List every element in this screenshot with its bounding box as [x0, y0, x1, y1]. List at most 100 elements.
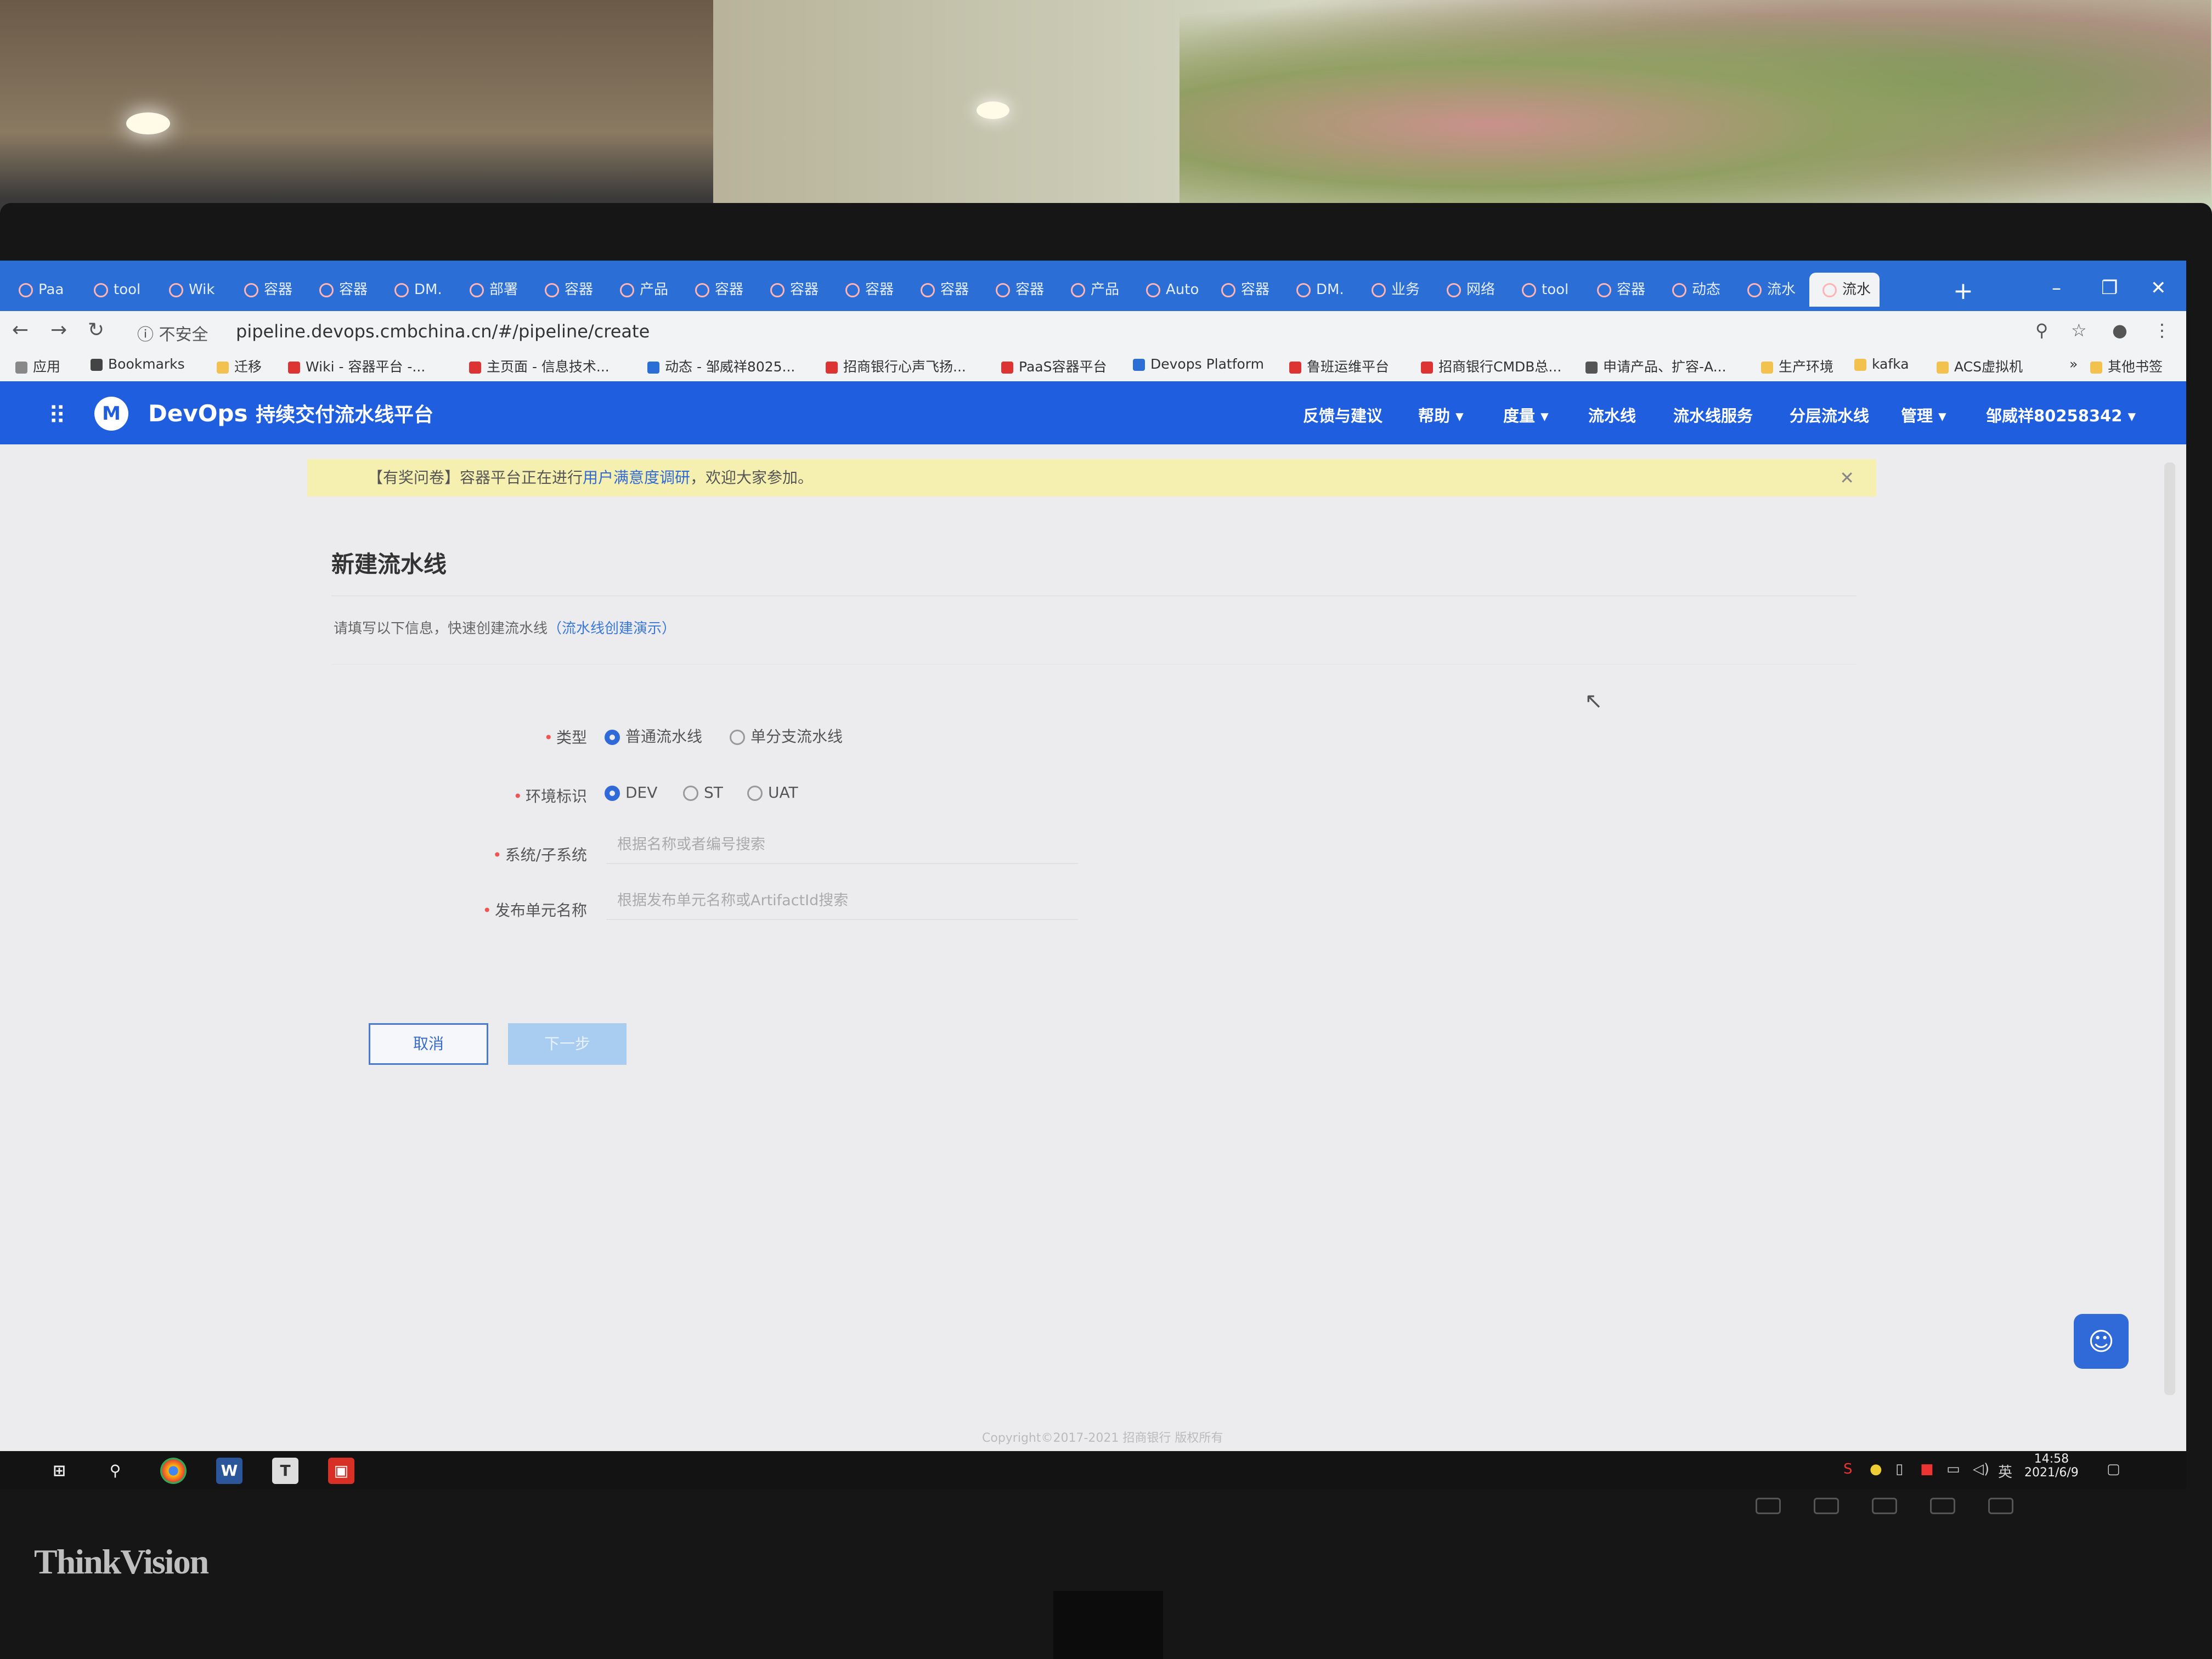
close-icon[interactable]: ✕: [1839, 459, 1854, 496]
type-option-normal[interactable]: 普通流水线: [605, 725, 702, 747]
bookmark-item[interactable]: ACS虚拟机: [1937, 356, 2023, 376]
nav-item[interactable]: 帮助 ▾: [1418, 403, 1464, 426]
nav-item[interactable]: 管理 ▾: [1901, 403, 1946, 426]
browser-tab[interactable]: 容器: [532, 273, 602, 307]
nav-item[interactable]: 流水线服务: [1673, 403, 1753, 426]
browser-tab[interactable]: tool: [1509, 273, 1579, 307]
tab-label: 流水: [1767, 281, 1796, 298]
browser-tab[interactable]: 部署: [456, 273, 527, 307]
bookmark-item[interactable]: 招商银行CMDB总...: [1421, 356, 1561, 376]
browser-tab[interactable]: Auto: [1133, 273, 1203, 307]
browser-tab[interactable]: 业务: [1358, 273, 1429, 307]
security-indicator[interactable]: ⓘ 不安全: [137, 321, 208, 345]
cancel-button[interactable]: 取消: [369, 1023, 488, 1065]
menu-icon[interactable]: ⋮: [2153, 320, 2171, 341]
bookmark-item[interactable]: 招商银行心声飞扬...: [826, 356, 966, 376]
notification-icon[interactable]: ▢: [2107, 1461, 2120, 1477]
browser-tab[interactable]: DM.: [1283, 273, 1353, 307]
tray-app-icon[interactable]: ●: [1870, 1461, 1882, 1477]
browser-tab[interactable]: 容器: [983, 273, 1053, 307]
env-option-st[interactable]: ST: [683, 783, 723, 802]
bookmark-item[interactable]: »: [2052, 356, 2078, 372]
tray-app-icon[interactable]: S: [1843, 1461, 1853, 1477]
minimize-icon[interactable]: –: [2052, 277, 2061, 299]
forward-icon[interactable]: →: [50, 319, 67, 341]
unit-search-input[interactable]: 根据发布单元名称或ArtifactId搜索: [606, 882, 1078, 920]
tray-app-icon[interactable]: ■: [1920, 1461, 1934, 1477]
tab-favicon-icon: [845, 283, 860, 297]
app-title[interactable]: DevOps 持续交付流水线平台: [148, 399, 433, 427]
env-option-uat[interactable]: UAT: [747, 783, 798, 802]
clock[interactable]: 14:58 2021/6/9: [2024, 1452, 2079, 1480]
text-app-icon[interactable]: T: [272, 1458, 298, 1484]
search-icon[interactable]: ⚲: [102, 1458, 128, 1484]
type-option-single-branch[interactable]: 单分支流水线: [730, 725, 843, 747]
star-icon[interactable]: ☆: [2071, 320, 2087, 341]
bookmark-item[interactable]: 申请产品、扩容-A...: [1585, 356, 1726, 376]
nav-item[interactable]: 邹威祥80258342 ▾: [1986, 403, 2136, 426]
tab-favicon-icon: [695, 283, 709, 297]
security-label: 不安全: [159, 325, 208, 345]
browser-tab[interactable]: 容器: [1208, 273, 1278, 307]
browser-tab[interactable]: 流水: [1809, 273, 1880, 307]
browser-tab[interactable]: Wik: [156, 273, 226, 307]
browser-tab[interactable]: 容器: [306, 273, 376, 307]
browser-tab[interactable]: 容器: [907, 273, 978, 307]
demo-link[interactable]: （流水线创建演示）: [548, 620, 676, 637]
chrome-icon[interactable]: [160, 1458, 187, 1484]
scrollbar[interactable]: [2164, 462, 2175, 1395]
back-icon[interactable]: ←: [12, 319, 29, 341]
close-window-icon[interactable]: ✕: [2151, 277, 2166, 299]
browser-tab[interactable]: 容器: [1584, 273, 1654, 307]
restore-icon[interactable]: ❐: [2101, 277, 2118, 299]
browser-tab[interactable]: 容器: [832, 273, 902, 307]
bookmark-item[interactable]: 应用: [15, 356, 60, 376]
nav-item[interactable]: 度量 ▾: [1503, 403, 1549, 426]
system-search-input[interactable]: 根据名称或者编号搜索: [606, 826, 1078, 864]
apps-grid-icon[interactable]: ⠿: [48, 402, 67, 430]
survey-link[interactable]: 用户满意度调研: [583, 469, 690, 487]
zoom-icon[interactable]: ⚲: [2035, 320, 2048, 341]
profile-icon[interactable]: ●: [2112, 320, 2128, 341]
nav-item[interactable]: 反馈与建议: [1303, 403, 1383, 426]
nav-item[interactable]: 分层流水线: [1790, 403, 1869, 426]
new-tab-icon[interactable]: +: [1953, 277, 1973, 305]
reload-icon[interactable]: ↻: [88, 319, 104, 341]
bookmark-icon: [469, 362, 481, 374]
bookmark-item[interactable]: 迁移: [217, 356, 262, 376]
ime-indicator[interactable]: 英: [1998, 1461, 2012, 1481]
chatbot-icon[interactable]: ☺: [2074, 1314, 2129, 1369]
browser-tab[interactable]: Paa: [5, 273, 76, 307]
browser-tab[interactable]: DM.: [381, 273, 452, 307]
bookmark-item[interactable]: kafka: [1854, 356, 1909, 372]
bookmark-item[interactable]: 动态 - 邹威祥8025...: [647, 356, 795, 376]
red-app-icon[interactable]: ▣: [328, 1458, 354, 1484]
bookmark-item[interactable]: Wiki - 容器平台 -...: [288, 356, 425, 376]
browser-tab[interactable]: tool: [81, 273, 151, 307]
bookmark-item[interactable]: PaaS容器平台: [1001, 356, 1107, 376]
nav-item[interactable]: 流水线: [1588, 403, 1636, 426]
browser-tab[interactable]: 容器: [682, 273, 752, 307]
browser-tab[interactable]: 产品: [1058, 273, 1128, 307]
bookmark-item[interactable]: 鲁班运维平台: [1289, 356, 1389, 376]
windows-start-icon[interactable]: ⊞: [46, 1458, 72, 1484]
usb-icon[interactable]: ▯: [1895, 1461, 1903, 1477]
network-icon[interactable]: ▭: [1946, 1461, 1960, 1477]
browser-tab[interactable]: 容器: [757, 273, 827, 307]
bookmark-item[interactable]: 主页面 - 信息技术...: [469, 356, 610, 376]
volume-icon[interactable]: ◁): [1973, 1461, 1989, 1477]
url-field[interactable]: pipeline.devops.cmbchina.cn/#/pipeline/c…: [236, 321, 650, 342]
bookmark-item[interactable]: Devops Platform: [1133, 356, 1264, 372]
next-button[interactable]: 下一步: [508, 1023, 627, 1065]
browser-tab[interactable]: 网络: [1434, 273, 1504, 307]
bookmark-item[interactable]: 生产环境: [1761, 356, 1833, 376]
word-icon[interactable]: W: [216, 1458, 242, 1484]
browser-tab[interactable]: 容器: [231, 273, 301, 307]
bookmark-item[interactable]: 其他书签: [2090, 356, 2163, 376]
env-option-dev[interactable]: DEV: [605, 783, 657, 802]
bookmark-item[interactable]: Bookmarks: [91, 356, 185, 372]
browser-tab[interactable]: 流水: [1734, 273, 1804, 307]
browser-tab[interactable]: 产品: [607, 273, 677, 307]
browser-tab[interactable]: 动态: [1659, 273, 1729, 307]
env-label: • 环境标识: [513, 787, 587, 805]
